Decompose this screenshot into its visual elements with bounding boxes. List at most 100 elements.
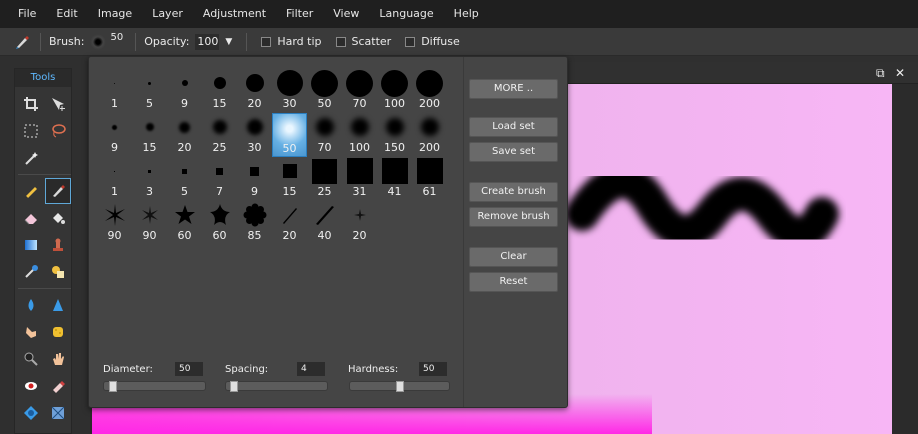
- smudge-tool-icon[interactable]: [18, 319, 44, 345]
- brush-tool-icon[interactable]: [45, 178, 71, 204]
- menu-layer[interactable]: Layer: [142, 0, 193, 28]
- brush-cell[interactable]: 9: [97, 113, 132, 157]
- brush-cell[interactable]: 30: [272, 69, 307, 113]
- brush-cell[interactable]: 9: [237, 157, 272, 201]
- blur-tool-icon[interactable]: [18, 292, 44, 318]
- menu-image[interactable]: Image: [88, 0, 142, 28]
- clear-button[interactable]: Clear: [469, 247, 558, 267]
- shape-tool-icon[interactable]: [45, 259, 71, 285]
- brush-cell[interactable]: 150: [377, 113, 412, 157]
- restore-window-icon[interactable]: ⧉: [876, 66, 885, 81]
- brush-cell[interactable]: 1: [97, 157, 132, 201]
- brush-cell[interactable]: 31: [342, 157, 377, 201]
- brush-cell[interactable]: 200: [412, 113, 447, 157]
- close-window-icon[interactable]: ✕: [895, 66, 905, 80]
- more-button[interactable]: MORE ..: [469, 79, 558, 99]
- pencil-tool-icon[interactable]: [18, 178, 44, 204]
- menu-help[interactable]: Help: [444, 0, 489, 28]
- brush-cell[interactable]: 15: [202, 69, 237, 113]
- brush-cell[interactable]: 25: [202, 113, 237, 157]
- diameter-slider[interactable]: [103, 381, 206, 392]
- brush-cell[interactable]: 40: [307, 201, 342, 245]
- reset-button[interactable]: Reset: [469, 272, 558, 292]
- brush-cell[interactable]: 90: [132, 201, 167, 245]
- brush-cell[interactable]: 100: [377, 69, 412, 113]
- fill-tool-icon[interactable]: [45, 205, 71, 231]
- brush-cell[interactable]: 3: [132, 157, 167, 201]
- create-brush-button[interactable]: Create brush: [469, 182, 558, 202]
- spacing-input[interactable]: 4: [297, 362, 325, 376]
- brush-cell[interactable]: 70: [342, 69, 377, 113]
- brush-cell[interactable]: 7: [202, 157, 237, 201]
- scatter-checkbox[interactable]: Scatter: [335, 35, 391, 48]
- brush-cell[interactable]: 20: [342, 201, 377, 245]
- diffuse-checkbox-box[interactable]: [405, 36, 416, 47]
- brush-cell[interactable]: 15: [272, 157, 307, 201]
- brush-cell[interactable]: 50: [307, 69, 342, 113]
- remove-brush-button[interactable]: Remove brush: [469, 207, 558, 227]
- spacing-slider-thumb[interactable]: [230, 381, 238, 392]
- diameter-input[interactable]: 50: [175, 362, 203, 376]
- hand-tool-icon[interactable]: [45, 346, 71, 372]
- brush-cell[interactable]: 20: [237, 69, 272, 113]
- hard-tip-checkbox-box[interactable]: [261, 36, 272, 47]
- brush-cell[interactable]: 20: [272, 201, 307, 245]
- lasso-tool-icon[interactable]: [45, 118, 71, 144]
- hard-tip-checkbox[interactable]: Hard tip: [261, 35, 322, 48]
- hardness-input[interactable]: 50: [419, 362, 447, 376]
- opacity-input[interactable]: [195, 33, 220, 50]
- menu-file[interactable]: File: [0, 0, 46, 28]
- sponge-tool-icon[interactable]: [45, 319, 71, 345]
- move-tool-icon[interactable]: [45, 91, 71, 117]
- brush-cell[interactable]: 60: [202, 201, 237, 245]
- menu-language[interactable]: Language: [369, 0, 443, 28]
- menu-view[interactable]: View: [323, 0, 369, 28]
- spacing-label: Spacing:: [225, 364, 269, 375]
- brush-row-1: 1 5 9 15 20 30 50 70 100 200: [97, 69, 453, 113]
- brush-cell[interactable]: 5: [167, 157, 202, 201]
- brush-cell[interactable]: 61: [412, 157, 447, 201]
- brush-cell[interactable]: 200: [412, 69, 447, 113]
- brush-cell[interactable]: 30: [237, 113, 272, 157]
- brush-cell[interactable]: 85: [237, 201, 272, 245]
- brush-cell[interactable]: 20: [167, 113, 202, 157]
- menu-filter[interactable]: Filter: [276, 0, 323, 28]
- brush-cell[interactable]: 41: [377, 157, 412, 201]
- diameter-slider-thumb[interactable]: [109, 381, 117, 392]
- menu-adjustment[interactable]: Adjustment: [193, 0, 276, 28]
- menu-edit[interactable]: Edit: [46, 0, 87, 28]
- color-replace-tool-icon[interactable]: [18, 259, 44, 285]
- hardness-slider-thumb[interactable]: [396, 381, 404, 392]
- brush-cell[interactable]: 25: [307, 157, 342, 201]
- brush-cell[interactable]: 9: [167, 69, 202, 113]
- brush-cell[interactable]: 5: [132, 69, 167, 113]
- hardness-slider[interactable]: [349, 381, 450, 392]
- crop-tool-icon[interactable]: [18, 91, 44, 117]
- gradient-tool-icon[interactable]: [18, 232, 44, 258]
- drawing-tool-icon[interactable]: [45, 373, 71, 399]
- brush-cell[interactable]: 60: [167, 201, 202, 245]
- magic-wand-tool-icon[interactable]: [18, 145, 44, 171]
- brush-label: Brush:: [49, 35, 85, 48]
- brush-cell[interactable]: 90: [97, 201, 132, 245]
- spacing-slider[interactable]: [225, 381, 328, 392]
- brush-picker[interactable]: 50: [90, 32, 123, 50]
- zoom-tool-icon[interactable]: [18, 400, 44, 426]
- eraser-tool-icon[interactable]: [18, 205, 44, 231]
- sharpen-tool-icon[interactable]: [45, 292, 71, 318]
- scatter-checkbox-box[interactable]: [335, 36, 346, 47]
- dodge-tool-icon[interactable]: [18, 346, 44, 372]
- brush-cell[interactable]: 100: [342, 113, 377, 157]
- brush-cell-selected[interactable]: 50: [272, 113, 307, 157]
- brush-cell[interactable]: 15: [132, 113, 167, 157]
- red-eye-tool-icon[interactable]: [18, 373, 44, 399]
- opacity-dropdown-arrow-icon[interactable]: ▼: [225, 37, 232, 47]
- brush-cell[interactable]: 70: [307, 113, 342, 157]
- diffuse-checkbox[interactable]: Diffuse: [405, 35, 460, 48]
- save-set-button[interactable]: Save set: [469, 142, 558, 162]
- load-set-button[interactable]: Load set: [469, 117, 558, 137]
- marquee-tool-icon[interactable]: [18, 118, 44, 144]
- clone-stamp-tool-icon[interactable]: [45, 232, 71, 258]
- picker-tool-icon[interactable]: [45, 400, 71, 426]
- brush-cell[interactable]: 1: [97, 69, 132, 113]
